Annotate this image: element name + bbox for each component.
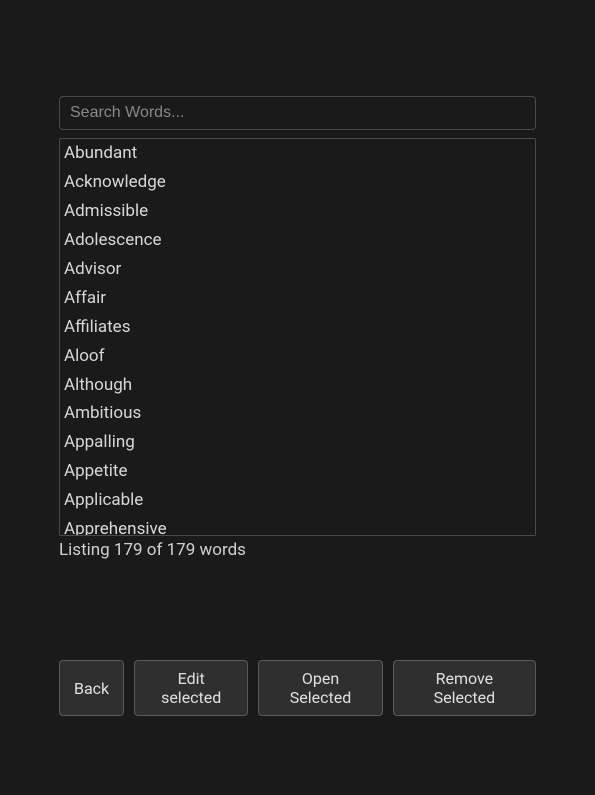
list-item[interactable]: Affiliates	[60, 313, 535, 342]
list-item[interactable]: Aloof	[60, 342, 535, 371]
list-item[interactable]: Abundant	[60, 139, 535, 168]
list-item[interactable]: Apprehensive	[60, 515, 535, 536]
list-item[interactable]: Admissible	[60, 197, 535, 226]
list-item[interactable]: Appetite	[60, 457, 535, 486]
back-button[interactable]: Back	[59, 660, 124, 716]
list-item[interactable]: Adolescence	[60, 226, 535, 255]
list-item[interactable]: Although	[60, 371, 535, 400]
status-text: Listing 179 of 179 words	[59, 540, 536, 560]
list-item[interactable]: Affair	[60, 284, 535, 313]
edit-selected-button[interactable]: Edit selected	[134, 660, 248, 716]
word-list[interactable]: AbundantAcknowledgeAdmissibleAdolescence…	[59, 138, 536, 536]
list-item[interactable]: Ambitious	[60, 399, 535, 428]
list-item[interactable]: Applicable	[60, 486, 535, 515]
button-row: Back Edit selected Open Selected Remove …	[59, 660, 536, 716]
open-selected-button[interactable]: Open Selected	[258, 660, 383, 716]
main-panel: AbundantAcknowledgeAdmissibleAdolescence…	[0, 0, 595, 716]
remove-selected-button[interactable]: Remove Selected	[393, 660, 536, 716]
search-input[interactable]	[59, 96, 536, 130]
list-item[interactable]: Appalling	[60, 428, 535, 457]
list-item[interactable]: Advisor	[60, 255, 535, 284]
list-item[interactable]: Acknowledge	[60, 168, 535, 197]
